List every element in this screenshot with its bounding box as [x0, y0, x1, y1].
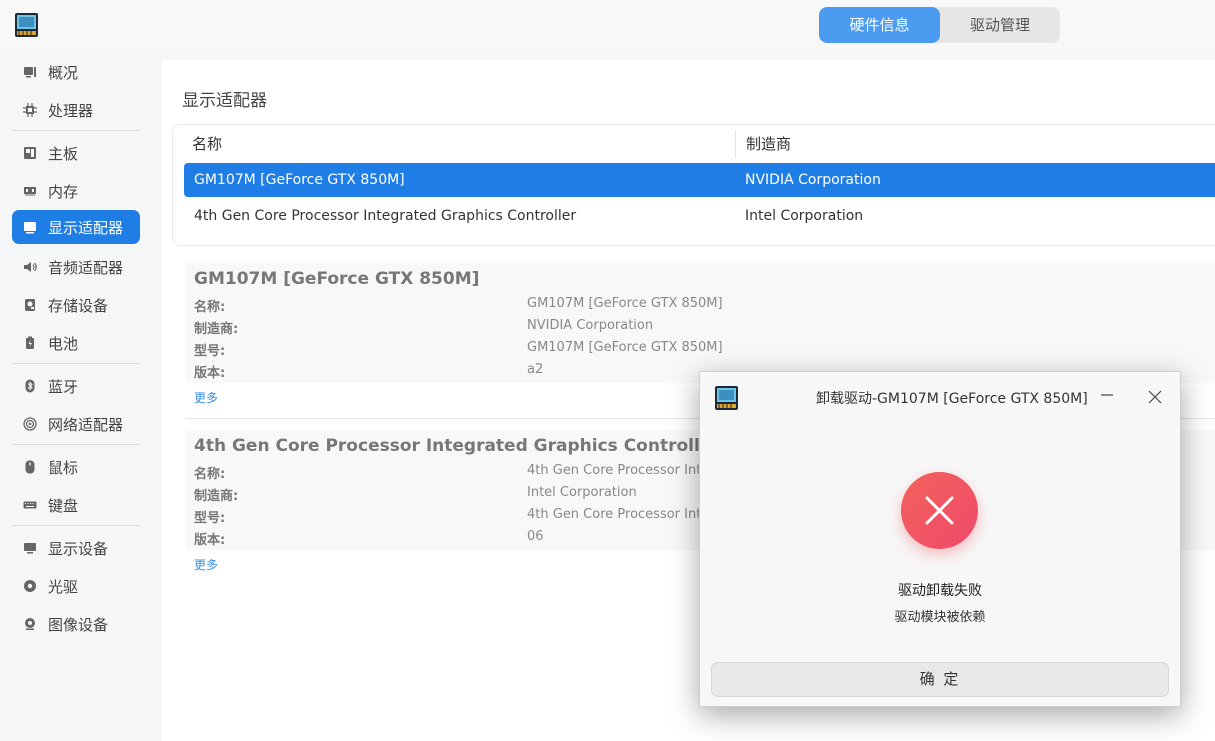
- sidebar-item-label: 键盘: [48, 496, 79, 515]
- detail-key: 型号:: [194, 344, 226, 359]
- sidebar-item-overview[interactable]: 概况: [12, 55, 140, 89]
- ok-button[interactable]: 确 定: [711, 662, 1169, 697]
- detail-value: Intel Corporation: [527, 485, 637, 500]
- error-message: 驱动卸载失败: [898, 583, 982, 599]
- detail-title: GM107M [GeForce GTX 850M]: [194, 269, 480, 289]
- detail-value: GM107M [GeForce GTX 850M]: [527, 340, 723, 355]
- minimize-icon[interactable]: [1096, 384, 1118, 406]
- divider: [12, 130, 140, 131]
- detail-value: GM107M [GeForce GTX 850M]: [527, 296, 723, 311]
- detail-key: 制造商:: [194, 322, 239, 337]
- cell-name: 4th Gen Core Processor Integrated Graphi…: [194, 208, 577, 224]
- device-table: 名称 制造商 GM107M [GeForce GTX 850M] NVIDIA …: [172, 124, 1215, 246]
- divider: [12, 525, 140, 526]
- sidebar-item-label: 内存: [48, 182, 79, 201]
- sidebar-item-memory[interactable]: 内存: [12, 174, 140, 208]
- table-row[interactable]: 4th Gen Core Processor Integrated Graphi…: [184, 199, 1215, 233]
- detail-value: a2: [527, 362, 544, 377]
- detail-key: 版本:: [194, 366, 226, 381]
- sidebar-item-label: 音频适配器: [48, 258, 124, 277]
- sidebar-item-display-device[interactable]: 显示设备: [12, 531, 140, 565]
- sidebar-item-battery[interactable]: 电池: [12, 326, 140, 360]
- sidebar-item-label: 显示设备: [48, 539, 109, 558]
- sidebar-item-keyboard[interactable]: 键盘: [12, 488, 140, 522]
- camera-icon: [23, 617, 37, 631]
- monitor-icon: [23, 541, 37, 555]
- sidebar-item-storage[interactable]: 存储设备: [12, 288, 140, 322]
- sidebar-item-label: 光驱: [48, 577, 79, 596]
- sidebar-item-cpu[interactable]: 处理器: [12, 93, 140, 127]
- sidebar-item-display-adapter[interactable]: 显示适配器: [12, 210, 140, 244]
- column-header-name[interactable]: 名称: [192, 125, 222, 163]
- sidebar-item-bluetooth[interactable]: 蓝牙: [12, 369, 140, 403]
- column-header-vendor[interactable]: 制造商: [746, 125, 791, 163]
- detail-key: 名称:: [194, 467, 226, 482]
- sidebar-item-label: 鼠标: [48, 458, 79, 477]
- speaker-icon: [23, 260, 37, 274]
- bluetooth-icon: [23, 379, 37, 393]
- sidebar-item-audio-adapter[interactable]: 音频适配器: [12, 250, 140, 284]
- error-x-icon: [901, 472, 978, 549]
- detail-value: 4th Gen Core Processor Integ: [527, 507, 718, 522]
- sidebar-item-camera[interactable]: 图像设备: [12, 607, 140, 641]
- sidebar-item-label: 电池: [48, 334, 79, 353]
- detail-value: 4th Gen Core Processor Integ: [527, 463, 718, 478]
- more-link[interactable]: 更多: [194, 389, 218, 406]
- tab-hardware-info[interactable]: 硬件信息: [819, 7, 940, 43]
- detail-value: NVIDIA Corporation: [527, 318, 654, 333]
- sidebar-item-label: 概况: [48, 63, 79, 82]
- view-tabs: 硬件信息 驱动管理: [819, 7, 1060, 43]
- sidebar-item-network[interactable]: 网络适配器: [12, 407, 140, 441]
- storage-icon: [23, 298, 37, 312]
- more-link[interactable]: 更多: [194, 556, 218, 573]
- detail-value: 06: [527, 529, 544, 544]
- uninstall-driver-dialog: 卸载驱动-GM107M [GeForce GTX 850M] 驱动卸载失败 驱动…: [699, 371, 1181, 707]
- sidebar-item-label: 主板: [48, 144, 79, 163]
- sidebar-item-label: 处理器: [48, 101, 94, 120]
- error-detail: 驱动模块被依赖: [894, 610, 986, 625]
- sidebar-item-label: 蓝牙: [48, 377, 79, 396]
- memory-icon: [23, 184, 37, 198]
- column-divider: [735, 130, 736, 158]
- cell-name: GM107M [GeForce GTX 850M]: [194, 172, 405, 188]
- mouse-icon: [23, 460, 37, 474]
- cpu-icon: [23, 103, 37, 117]
- device-manager-chip-icon: [15, 13, 38, 37]
- device-detail-card: GM107M [GeForce GTX 850M] 名称: GM107M [Ge…: [186, 263, 1215, 383]
- top-bar: 硬件信息 驱动管理: [0, 0, 1215, 50]
- section-title: 显示适配器: [182, 91, 267, 111]
- overview-icon: [23, 65, 37, 79]
- device-manager-chip-icon: [715, 386, 738, 410]
- sidebar-item-label: 存储设备: [48, 296, 109, 315]
- divider: [12, 363, 140, 364]
- sidebar-item-mouse[interactable]: 鼠标: [12, 450, 140, 484]
- optical-drive-icon: [23, 579, 37, 593]
- detail-key: 型号:: [194, 511, 226, 526]
- sidebar-item-label: 显示适配器: [48, 218, 124, 237]
- table-row[interactable]: GM107M [GeForce GTX 850M] NVIDIA Corpora…: [184, 163, 1215, 197]
- keyboard-icon: [23, 498, 37, 512]
- display-adapter-icon: [23, 220, 37, 234]
- detail-key: 名称:: [194, 300, 226, 315]
- network-icon: [23, 417, 37, 431]
- detail-title: 4th Gen Core Processor Integrated Graphi…: [194, 436, 720, 456]
- sidebar-item-label: 图像设备: [48, 615, 109, 634]
- sidebar: 概况 处理器 主板 内存 显示适配器 音频适配器 存储设备 电池 蓝牙 网络适配…: [0, 50, 152, 741]
- sidebar-item-optical-drive[interactable]: 光驱: [12, 569, 140, 603]
- motherboard-icon: [23, 146, 37, 160]
- cell-vendor: NVIDIA Corporation: [745, 172, 881, 188]
- sidebar-item-motherboard[interactable]: 主板: [12, 136, 140, 170]
- tab-driver-management[interactable]: 驱动管理: [940, 7, 1060, 43]
- dialog-title: 卸载驱动-GM107M [GeForce GTX 850M]: [816, 391, 1088, 407]
- sidebar-item-label: 网络适配器: [48, 415, 124, 434]
- detail-key: 版本:: [194, 533, 226, 548]
- divider: [12, 444, 140, 445]
- detail-key: 制造商:: [194, 489, 239, 504]
- battery-icon: [23, 336, 37, 350]
- cell-vendor: Intel Corporation: [745, 208, 864, 224]
- close-icon[interactable]: [1144, 386, 1166, 408]
